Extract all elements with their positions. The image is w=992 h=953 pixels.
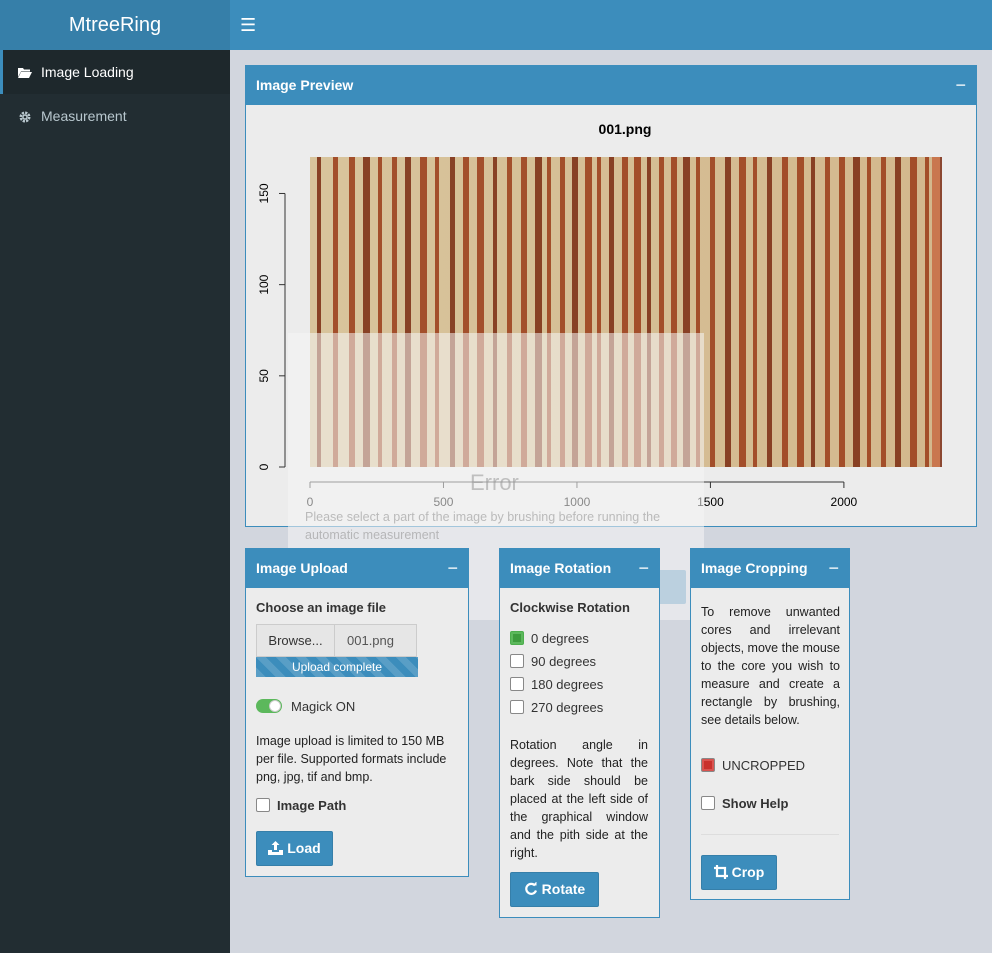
toggle-knob	[269, 700, 281, 712]
filename-field[interactable]: 001.png	[334, 624, 417, 657]
rotation-option-label: 270 degrees	[531, 700, 604, 715]
ring-band	[825, 157, 830, 467]
ring-band	[753, 157, 757, 467]
error-title: Error	[470, 470, 519, 495]
rotation-option-0[interactable]	[510, 631, 524, 645]
box-title: Image Rotation	[510, 560, 612, 576]
upload-progress-bar: Upload complete	[256, 657, 418, 677]
image-path-label: Image Path	[277, 798, 347, 813]
ring-band	[811, 157, 815, 467]
rotation-label: Clockwise Rotation	[510, 600, 630, 615]
browse-button[interactable]: Browse...	[256, 624, 335, 657]
ring-band	[881, 157, 886, 467]
box-header: Image Cropping	[691, 549, 849, 588]
ring-band	[925, 157, 929, 467]
show-help-label: Show Help	[722, 796, 789, 811]
rotation-option-270[interactable]	[510, 700, 524, 714]
box-header: Image Upload	[246, 549, 468, 588]
uncropped-indicator	[701, 758, 715, 772]
ring-band	[910, 157, 917, 467]
plot-title: 001.png	[598, 121, 652, 137]
crop-label: Crop	[731, 864, 765, 880]
collapse-icon[interactable]: −	[447, 549, 458, 587]
file-input-label: Choose an image file	[256, 600, 387, 615]
bark-edge	[932, 157, 940, 467]
collapse-icon[interactable]: −	[828, 549, 839, 587]
collapse-icon[interactable]: −	[955, 66, 966, 104]
ring-band	[895, 157, 901, 467]
y-tick-label: 150	[257, 183, 271, 203]
ring-band	[710, 157, 715, 467]
cropping-note: To remove unwanted cores and irrelevant …	[701, 605, 840, 727]
ring-band	[725, 157, 731, 467]
y-tick-label: 0	[257, 463, 271, 470]
ring-band	[839, 157, 845, 467]
magick-label: Magick ON	[291, 699, 356, 714]
error-message: Please select a part of the image by bru…	[305, 510, 661, 542]
rotation-option-label: 180 degrees	[531, 677, 604, 692]
ring-band	[767, 157, 772, 467]
crop-button[interactable]: Crop	[701, 855, 777, 890]
rotate-button[interactable]: Rotate	[510, 872, 599, 907]
rotation-option-180[interactable]	[510, 677, 524, 691]
rotate-label: Rotate	[541, 881, 586, 897]
box-title: Image Upload	[256, 560, 348, 576]
upload-icon	[268, 840, 287, 856]
y-tick-label: 50	[257, 369, 271, 383]
box-title: Image Cropping	[701, 560, 808, 576]
ring-band	[797, 157, 804, 467]
ring-band	[782, 157, 788, 467]
sidebar-item-label: Measurement	[41, 108, 127, 124]
ring-band	[867, 157, 871, 467]
upload-note: Image upload is limited to 150 MB per fi…	[256, 734, 447, 784]
sidebar-item-label: Image Loading	[41, 64, 134, 80]
app-logo[interactable]: MtreeRing	[0, 0, 230, 50]
ring-band	[739, 157, 746, 467]
sidebar-item-image-loading[interactable]: Image Loading	[0, 50, 230, 94]
magick-toggle[interactable]	[256, 699, 282, 713]
collapse-icon[interactable]: −	[638, 549, 649, 587]
crop-status-label: UNCROPPED	[722, 758, 806, 773]
y-tick-label: 100	[257, 274, 271, 294]
show-help-checkbox[interactable]	[701, 796, 715, 810]
rotation-option-label: 0 degrees	[531, 631, 589, 646]
sidebar-item-measurement[interactable]: Measurement	[0, 94, 230, 138]
rotation-option-label: 90 degrees	[531, 654, 597, 669]
load-label: Load	[287, 840, 321, 856]
indicator-dot	[704, 761, 712, 769]
image-upload-box: Image Upload −	[245, 548, 469, 877]
sidebar-toggle-icon[interactable]: ☰	[240, 14, 262, 36]
crop-icon	[713, 864, 732, 880]
image-path-checkbox[interactable]	[256, 798, 270, 812]
load-button[interactable]: Load	[256, 831, 333, 866]
divider	[701, 834, 839, 835]
rotation-option-90[interactable]	[510, 654, 524, 668]
folder-open-icon	[15, 50, 35, 94]
top-navbar	[230, 0, 992, 50]
rotation-note: Rotation angle in degrees. Note that the…	[510, 738, 648, 860]
radio-dot	[513, 634, 521, 642]
x-tick-label: 2000	[831, 495, 858, 509]
box-title: Image Preview	[256, 77, 354, 93]
gear-icon	[15, 94, 35, 138]
box-header: Image Rotation	[500, 549, 659, 588]
box-header: Image Preview	[246, 66, 976, 105]
ring-band	[853, 157, 860, 467]
sidebar	[0, 50, 230, 953]
rotate-icon	[524, 881, 542, 897]
